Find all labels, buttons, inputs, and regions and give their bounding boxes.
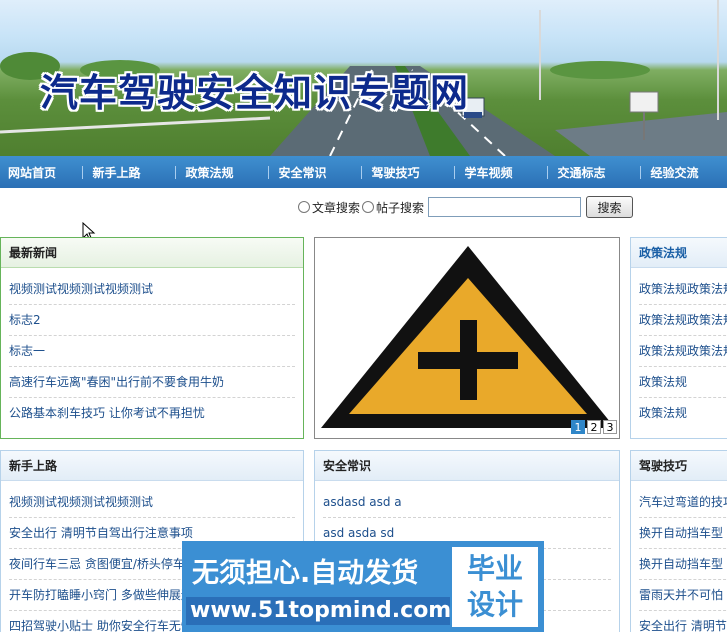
- post-search-label: 帖子搜索: [376, 200, 425, 215]
- list-item[interactable]: 政策法规: [639, 367, 727, 398]
- list-item[interactable]: 换开自动挡车型: [639, 518, 727, 549]
- nav-divider: [268, 166, 269, 179]
- ad-url[interactable]: www.51topmind.com: [186, 597, 451, 625]
- nav-divider: [547, 166, 548, 179]
- slide-page-1[interactable]: 1: [571, 420, 585, 434]
- article-search-label: 文章搜索: [312, 200, 361, 215]
- list-item[interactable]: 换开自动挡车型: [639, 549, 727, 580]
- nav-signs[interactable]: 交通标志: [535, 164, 628, 181]
- latest-news-title: 最新新闻: [1, 238, 303, 268]
- slide-page-3[interactable]: 3: [603, 420, 617, 434]
- list-item[interactable]: 汽车过弯道的技巧: [639, 487, 727, 518]
- list-item[interactable]: 安全出行 清明节: [639, 611, 727, 632]
- list-item[interactable]: 标志2: [9, 305, 295, 336]
- nav-divider: [175, 166, 176, 179]
- nav-skills[interactable]: 驾驶技巧: [349, 164, 442, 181]
- list-item[interactable]: 政策法规政策法规: [639, 336, 727, 367]
- header-banner: 汽车驾驶安全知识专题网: [0, 0, 727, 156]
- list-item[interactable]: 高速行车远离"春困"出行前不要食用牛奶: [9, 367, 295, 398]
- search-button[interactable]: 搜索: [586, 196, 634, 218]
- ad-overlay[interactable]: 无须担心.自动发货 www.51topmind.com 毕业 设计: [182, 541, 544, 632]
- list-item[interactable]: 公路基本刹车技巧 让你考试不再担忧: [9, 398, 295, 429]
- ad-badge-line2: 设计: [466, 588, 523, 621]
- list-item[interactable]: 政策法规: [639, 398, 727, 429]
- list-item[interactable]: asdasd asd a: [323, 487, 611, 518]
- skills-title: 驾驶技巧: [631, 451, 727, 481]
- policy-panel: 政策法规 政策法规政策法规 政策法规政策法规 政策法规政策法规 政策法规 政策法…: [630, 237, 727, 439]
- ad-headline: 无须担心.自动发货: [192, 558, 419, 589]
- crossroad-warning-sign-icon: [321, 246, 615, 428]
- site-title: 汽车驾驶安全知识专题网: [40, 70, 470, 115]
- nav-home[interactable]: 网站首页: [0, 164, 70, 181]
- list-item[interactable]: 政策法规政策法规: [639, 305, 727, 336]
- nav-policy[interactable]: 政策法规: [163, 164, 256, 181]
- ad-badge-line1: 毕业: [466, 552, 523, 585]
- list-item[interactable]: 标志一: [9, 336, 295, 367]
- nav-newbie[interactable]: 新手上路: [70, 164, 163, 181]
- list-item[interactable]: 视频测试视频测试视频测试: [9, 487, 295, 518]
- list-item[interactable]: 雷雨天并不可怕: [639, 580, 727, 611]
- nav-divider: [454, 166, 455, 179]
- skills-panel: 驾驶技巧 汽车过弯道的技巧 换开自动挡车型 换开自动挡车型 雷雨天并不可怕 安全…: [630, 450, 727, 632]
- slideshow-pager: 1 2 3: [569, 420, 617, 434]
- list-item[interactable]: 政策法规政策法规: [639, 274, 727, 305]
- slide-page-2[interactable]: 2: [587, 420, 601, 434]
- nav-experience[interactable]: 经验交流: [628, 164, 721, 181]
- main-nav: 网站首页 新手上路 政策法规 安全常识 驾驶技巧 学车视频 交通标志 经验交流: [0, 156, 727, 188]
- search-bar: 文章搜索 帖子搜索 搜索: [298, 196, 634, 218]
- list-item[interactable]: 视频测试视频测试视频测试: [9, 274, 295, 305]
- nav-videos[interactable]: 学车视频: [442, 164, 535, 181]
- policy-title: 政策法规: [631, 238, 727, 268]
- nav-divider: [82, 166, 83, 179]
- latest-news-panel: 最新新闻 视频测试视频测试视频测试 标志2 标志一 高速行车远离"春困"出行前不…: [0, 237, 304, 439]
- nav-divider: [361, 166, 362, 179]
- nav-safety[interactable]: 安全常识: [256, 164, 349, 181]
- post-search-radio[interactable]: [362, 201, 375, 213]
- search-input[interactable]: [428, 197, 582, 217]
- ad-badge: 毕业 设计: [450, 545, 540, 629]
- newbie-title: 新手上路: [1, 451, 303, 481]
- image-slideshow[interactable]: 1 2 3: [314, 237, 620, 439]
- nav-divider: [640, 166, 641, 179]
- article-search-radio[interactable]: [298, 201, 310, 213]
- safety-title: 安全常识: [315, 451, 619, 481]
